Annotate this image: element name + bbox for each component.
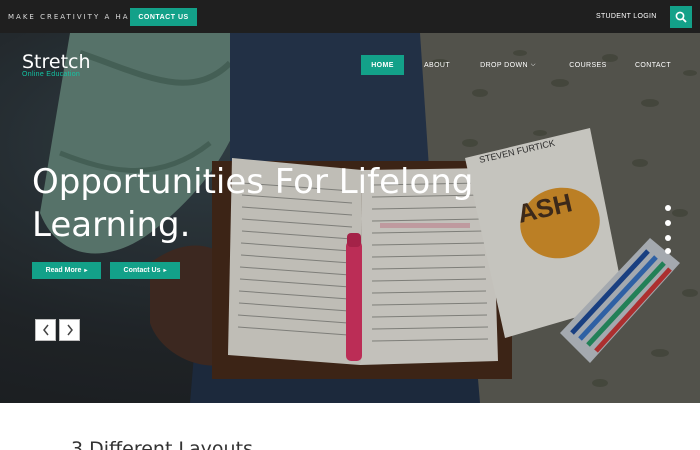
search-button[interactable] xyxy=(670,6,692,28)
nav-item-home[interactable]: HOME xyxy=(361,55,404,75)
top-bar: MAKE CREATIVITY A HABIT CONTACT US STUDE… xyxy=(0,0,700,33)
read-more-button[interactable]: Read More ▸ xyxy=(32,262,101,279)
nav-item-drop-down[interactable]: DROP DOWN ⌵ xyxy=(476,55,540,75)
slider-next-button[interactable] xyxy=(59,319,80,341)
hero-headline-line-2: Learning. xyxy=(32,205,191,245)
nav-item-drop-down-label: DROP DOWN xyxy=(480,61,528,69)
main-nav: HOME ABOUT DROP DOWN ⌵ COURSES CONTACT xyxy=(0,55,700,75)
chevron-right-icon: ▸ xyxy=(84,268,88,274)
nav-item-about[interactable]: ABOUT xyxy=(414,55,460,75)
read-more-label: Read More xyxy=(45,267,82,274)
slider-dot-2[interactable] xyxy=(665,220,671,226)
slider-prev-button[interactable] xyxy=(35,319,56,341)
contact-us-top-button[interactable]: CONTACT US xyxy=(130,8,197,26)
slider-dot-4[interactable] xyxy=(665,248,671,254)
chevron-right-icon xyxy=(66,324,73,336)
slider-dot-3[interactable] xyxy=(665,235,671,241)
nav-item-courses[interactable]: COURSES xyxy=(562,55,614,75)
chevron-left-icon xyxy=(42,324,49,336)
search-icon xyxy=(675,11,687,23)
hero-slider: STEVEN FURTICK ASH Stretch Online Educat… xyxy=(0,33,700,403)
hero-headline: Opportunities For Lifelong Learning. xyxy=(32,161,492,247)
hero-contact-us-button[interactable]: Contact Us ▸ xyxy=(110,262,180,279)
hero-contact-us-label: Contact Us xyxy=(123,267,161,274)
slider-dot-1[interactable] xyxy=(665,205,671,211)
section-heading: 3 Different Layouts xyxy=(71,438,253,450)
nav-item-contact[interactable]: CONTACT xyxy=(627,55,679,75)
hero-headline-line-1: Opportunities For Lifelong xyxy=(32,162,474,202)
tagline: MAKE CREATIVITY A HABIT xyxy=(8,13,147,21)
student-login-link[interactable]: STUDENT LOGIN xyxy=(596,13,657,20)
chevron-down-icon: ⌵ xyxy=(530,61,536,68)
chevron-right-icon: ▸ xyxy=(163,268,167,274)
